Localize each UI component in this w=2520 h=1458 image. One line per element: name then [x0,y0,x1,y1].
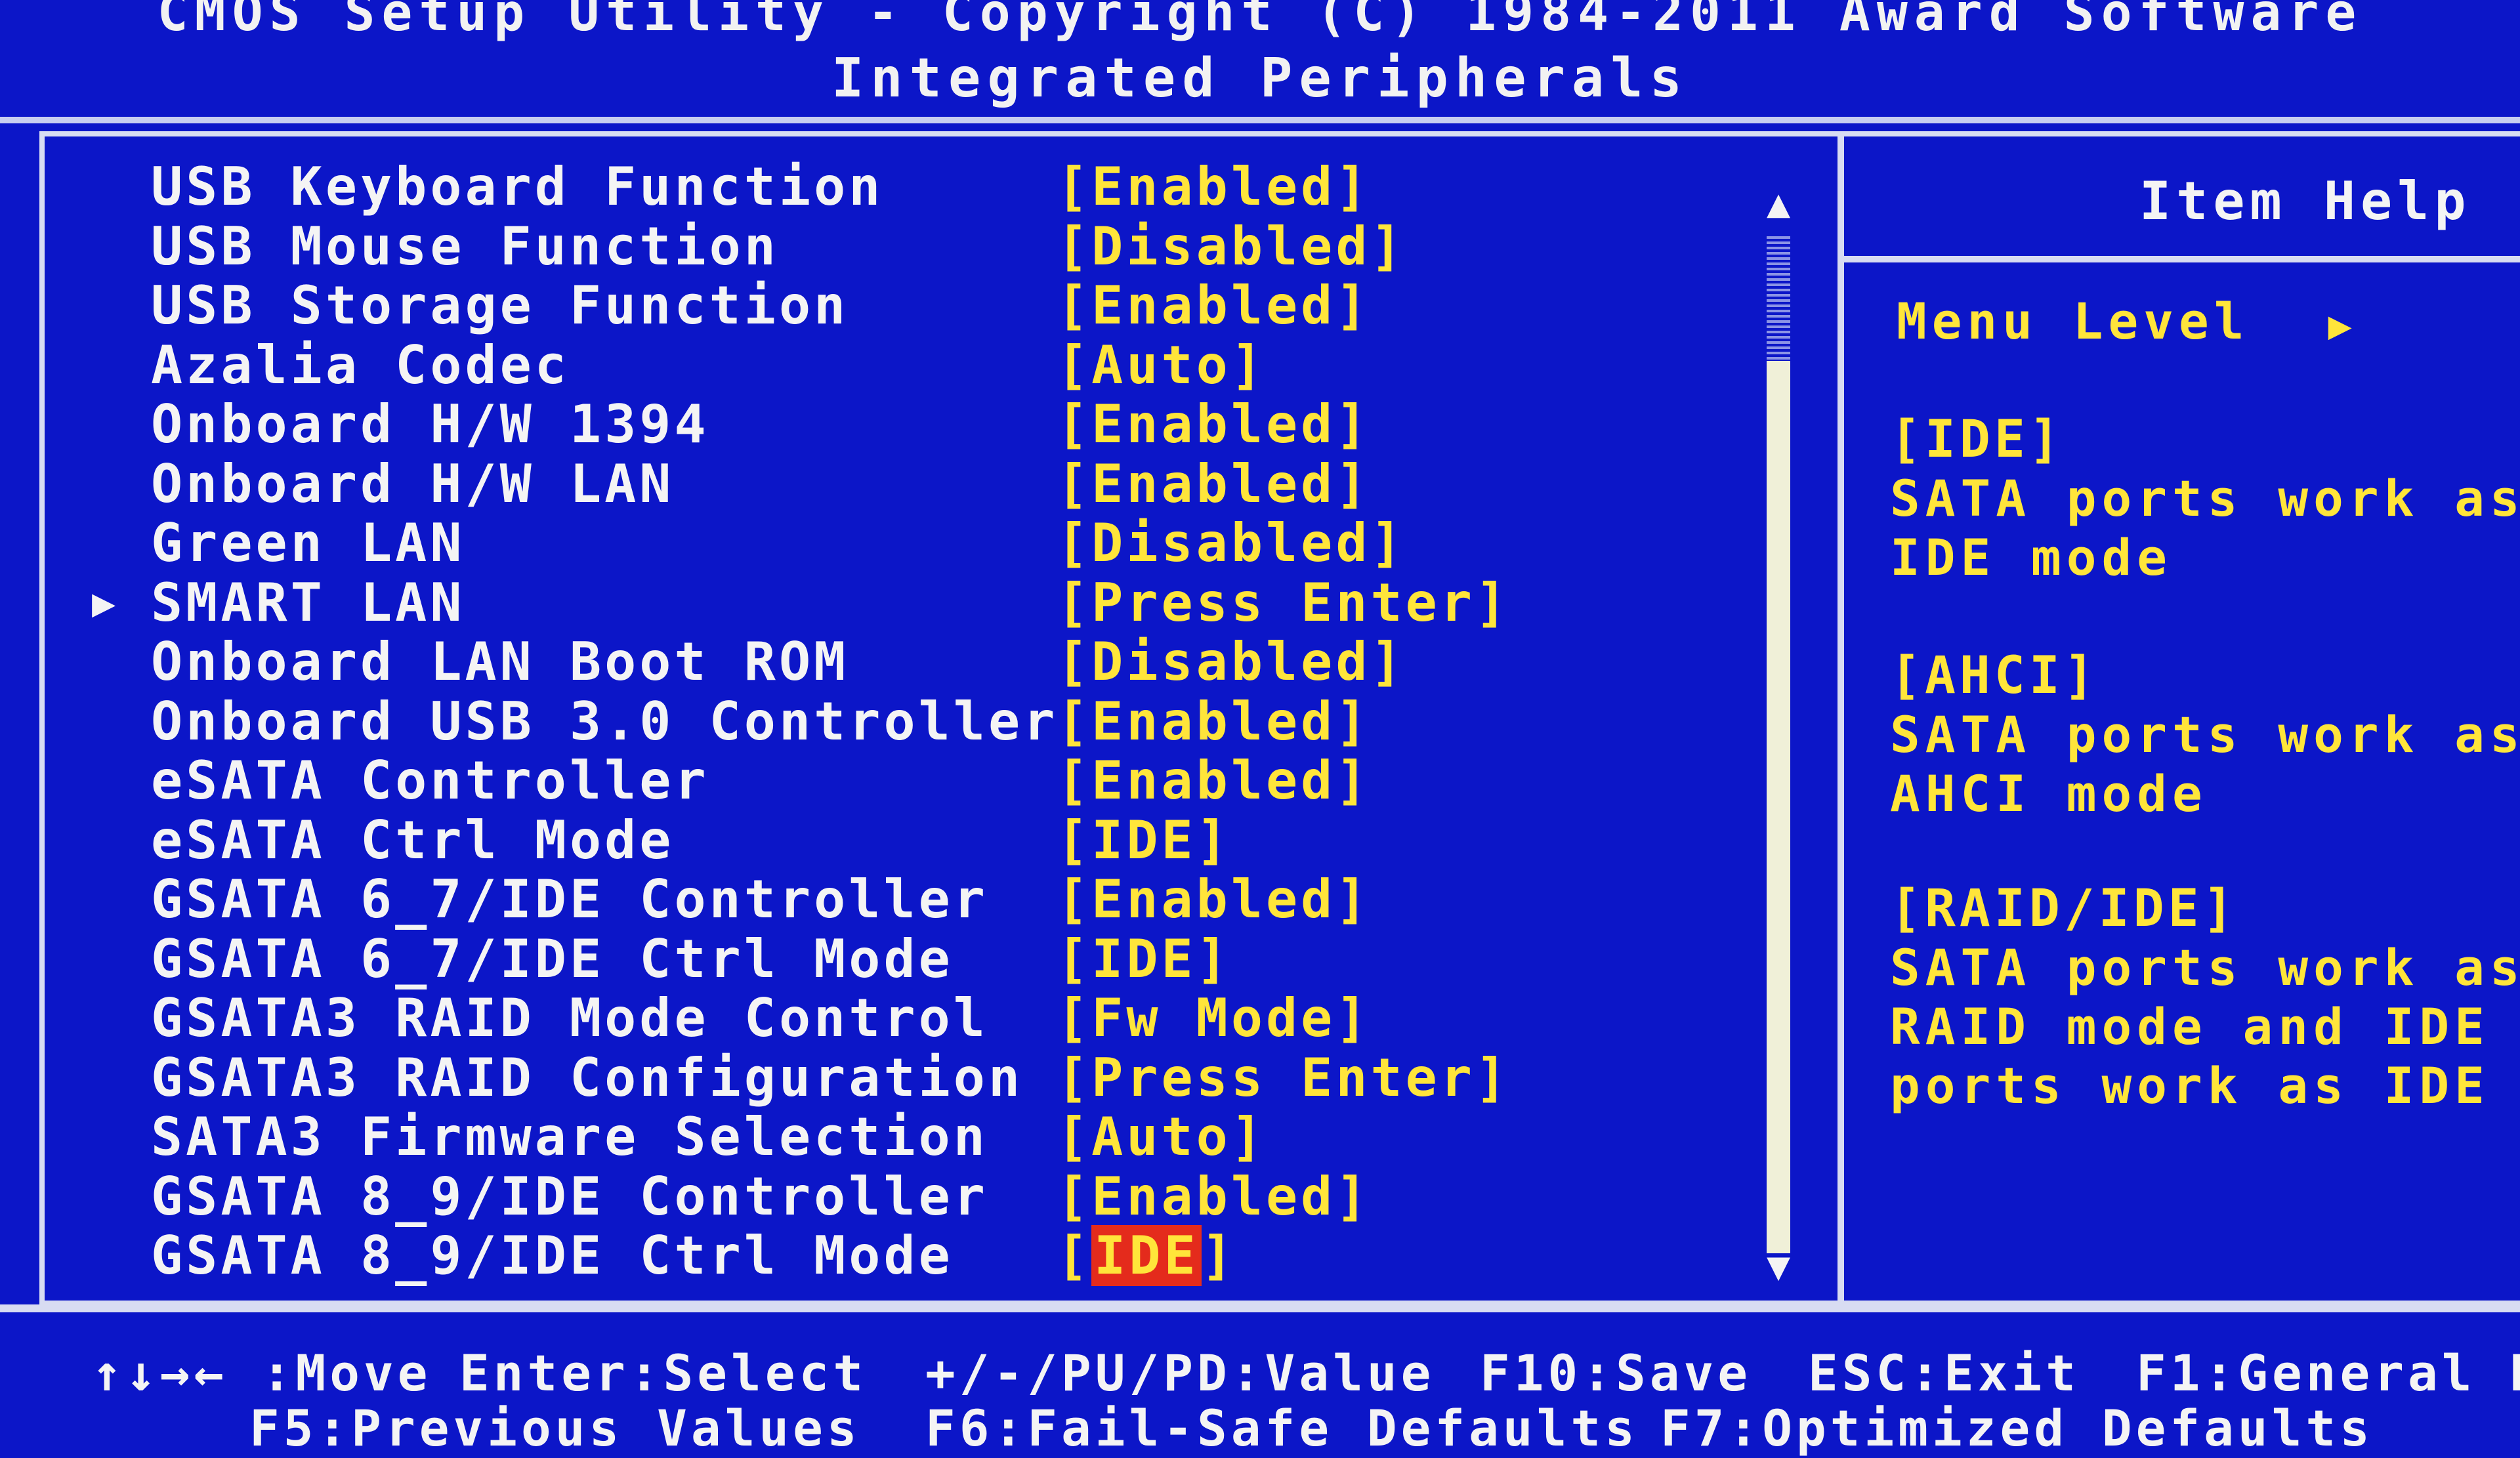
help-option-line: RAID mode and IDE [1890,997,2490,1056]
setting-value[interactable]: [Press Enter] [1057,573,1510,633]
setting-label: eSATA Ctrl Mode [151,809,675,871]
setting-label: eSATA Controller [151,750,709,811]
setting-row-gsata67-controller[interactable]: GSATA 6_7/IDE Controller [Enabled] [85,869,1726,930]
setting-label: SATA3 Firmware Selection [151,1106,988,1167]
setting-row-azalia-codec[interactable]: Azalia Codec [Auto] [85,334,1726,396]
setting-label: USB Storage Function [151,275,849,336]
setting-row-usb-keyboard[interactable]: USB Keyboard Function [Enabled] [85,157,1726,217]
setting-value[interactable]: [Enabled] [1057,692,1370,752]
bracket-open: [ [1057,1225,1092,1286]
setting-label: Onboard LAN Boot ROM [151,631,849,692]
setting-row-gsata3-raid-config[interactable]: GSATA3 RAID Configuration [Press Enter] [85,1047,1726,1108]
setting-value[interactable]: [Auto] [1057,1107,1266,1167]
setting-value[interactable]: [Enabled] [1057,869,1370,930]
scroll-down-arrow-icon[interactable]: ▼ [1759,1247,1798,1286]
setting-value[interactable]: [Enabled] [1057,454,1370,514]
setting-label: SMART LAN [151,572,465,633]
hint-select: Enter:Select [459,1344,868,1402]
hint-exit: ESC:Exit [1808,1344,2080,1402]
setting-label: GSATA3 RAID Configuration [151,1047,1024,1108]
hint-move: ↑↓→← :Move [92,1344,432,1402]
setting-row-green-lan[interactable]: Green LAN [Disabled] [85,512,1726,573]
help-option-ide: [IDE] SATA ports work as IDE mode [1890,410,2520,587]
setting-value[interactable]: [Enabled] [1057,1167,1370,1227]
footer-rule [0,1304,2520,1312]
setting-value[interactable]: [Auto] [1057,335,1266,396]
setting-label: GSATA3 RAID Mode Control [151,988,988,1049]
setting-value[interactable]: [Enabled] [1057,276,1370,336]
submenu-arrow-icon: ▶ [92,579,116,626]
hint-optimized: F7:Optimized Defaults [1660,1399,2374,1457]
setting-row-onboard-1394[interactable]: Onboard H/W 1394 [Enabled] [85,394,1726,455]
setting-label: USB Mouse Function [151,215,779,277]
key-hint-bar: ↑↓→← :Move Enter:Select +/-/PU/PD:Value … [0,1312,2520,1457]
setting-value[interactable]: [Enabled] [1057,751,1370,811]
setting-row-gsata67-mode[interactable]: GSATA 6_7/IDE Ctrl Mode [IDE] [85,928,1726,989]
setting-value[interactable]: [Disabled] [1057,217,1406,277]
panel-divider [1838,136,1844,1304]
scroll-up-arrow-icon[interactable]: ▲ [1759,184,1798,223]
help-option-line: IDE mode [1890,528,2173,587]
item-help-panel: Item Help Menu Level ▶ [IDE] SATA ports w… [1877,157,2520,1299]
bracket-close: ] [1201,1225,1236,1286]
menu-level-label: Menu Level [1897,292,2250,350]
help-option-line: SATA ports work as [1890,938,2520,997]
setting-value[interactable]: [Enabled] [1057,394,1370,455]
setting-value[interactable]: [Fw Mode] [1057,988,1370,1049]
setting-row-lan-boot-rom[interactable]: Onboard LAN Boot ROM [Disabled] [85,631,1726,692]
setting-row-gsata89-mode[interactable]: GSATA 8_9/IDE Ctrl Mode [IDE] [85,1225,1726,1286]
setting-label: Onboard H/W LAN [151,453,675,514]
header-rule [0,117,2520,123]
hint-previous-values: F5:Previous Values [249,1399,861,1457]
hint-save: F10:Save [1480,1344,1752,1402]
page-title: Integrated Peripherals [831,47,1689,110]
setting-label: Azalia Codec [151,334,570,396]
help-option-line: SATA ports work as [1890,705,2520,764]
setting-row-esata-controller[interactable]: eSATA Controller [Enabled] [85,751,1726,811]
bios-title: CMOS Setup Utility - Copyright (C) 1984-… [157,0,2363,43]
help-option-line: AHCI mode [1890,764,2208,823]
settings-list: USB Keyboard Function [Enabled] USB Mous… [85,157,1726,1286]
setting-label: Green LAN [151,512,465,573]
help-option-raid-ide: [RAID/IDE] SATA ports work as RAID mode … [1890,879,2520,1115]
setting-label: Onboard USB 3.0 Controller [151,690,1059,752]
selected-value-highlight[interactable]: IDE [1091,1225,1202,1286]
setting-row-onboard-lan[interactable]: Onboard H/W LAN [Enabled] [85,453,1726,514]
help-option-name: [AHCI] [1890,646,2099,705]
help-option-name: [RAID/IDE] [1890,879,2238,938]
setting-value[interactable]: [IDE] [1057,810,1231,871]
menu-level-arrow-icon: ▶ [2328,302,2357,348]
setting-value-selected[interactable]: [IDE] [1057,1225,1236,1286]
setting-label: GSATA 8_9/IDE Ctrl Mode [151,1225,954,1286]
setting-row-usb3-controller[interactable]: Onboard USB 3.0 Controller [Enabled] [85,692,1726,752]
setting-label: Onboard H/W 1394 [151,394,709,455]
help-option-line: SATA ports work as [1890,469,2520,528]
setting-row-sata3-firmware[interactable]: SATA3 Firmware Selection [Auto] [85,1106,1726,1167]
setting-value[interactable]: [Press Enter] [1057,1048,1510,1108]
scrollbar[interactable]: ▲ ▼ [1759,184,1798,1286]
setting-row-gsata89-controller[interactable]: GSATA 8_9/IDE Controller [Enabled] [85,1167,1726,1227]
setting-label: GSATA 8_9/IDE Controller [151,1165,988,1227]
hint-fail-safe: F6:Fail-Safe Defaults [925,1399,1639,1457]
scroll-thumb[interactable] [1767,361,1790,1253]
hint-general-help: F1:General H [2136,1344,2520,1402]
help-title: Item Help [2139,171,2471,232]
setting-value[interactable]: [Enabled] [1057,157,1370,217]
setting-value[interactable]: [IDE] [1057,929,1231,989]
menu-level: Menu Level ▶ [1897,292,2357,350]
setting-label: GSATA 6_7/IDE Ctrl Mode [151,928,954,989]
hint-value: +/-/PU/PD:Value [925,1344,1435,1402]
setting-row-esata-mode[interactable]: eSATA Ctrl Mode [IDE] [85,809,1726,871]
help-option-ahci: [AHCI] SATA ports work as AHCI mode [1890,646,2520,823]
setting-value[interactable]: [Disabled] [1057,632,1406,692]
setting-value[interactable]: [Disabled] [1057,513,1406,573]
setting-row-usb-storage[interactable]: USB Storage Function [Enabled] [85,276,1726,336]
setting-row-usb-mouse[interactable]: USB Mouse Function [Disabled] [85,217,1726,277]
setting-label: USB Keyboard Function [151,156,884,217]
setting-row-gsata3-raid-mode[interactable]: GSATA3 RAID Mode Control [Fw Mode] [85,988,1726,1049]
help-option-line: ports work as IDE mo [1890,1056,2520,1115]
setting-label: GSATA 6_7/IDE Controller [151,869,988,930]
setting-row-smart-lan[interactable]: ▶ SMART LAN [Press Enter] [85,573,1726,633]
help-option-name: [IDE] [1890,410,2064,469]
